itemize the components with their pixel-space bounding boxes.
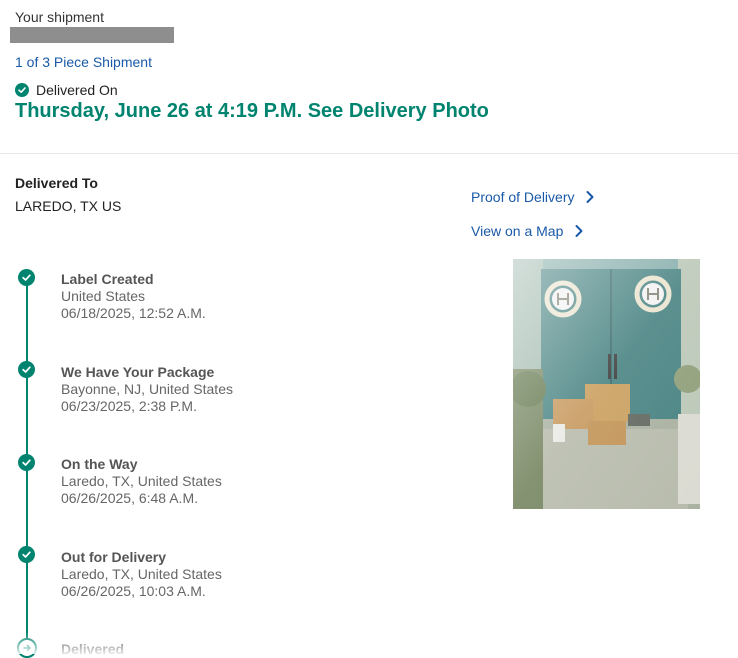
delivered-to-label: Delivered To (15, 175, 98, 191)
step-location: United States (61, 288, 146, 304)
check-circle-icon (18, 269, 35, 286)
redacted-tracking-number (10, 27, 174, 43)
step-name: Out for Delivery (61, 549, 167, 565)
delivered-to-value: LAREDO, TX US (15, 198, 122, 214)
step-name: On the Way (61, 456, 138, 472)
check-circle-icon (15, 83, 29, 97)
step-datetime: 06/26/2025, 10:03 A.M. (61, 583, 206, 599)
bottom-fade (0, 632, 738, 654)
step-location: Laredo, TX, United States (61, 566, 222, 582)
check-circle-icon (18, 361, 35, 378)
status-label: Delivered On (36, 82, 118, 98)
chevron-right-icon (586, 191, 594, 203)
step-datetime: 06/18/2025, 12:52 A.M. (61, 305, 206, 321)
timeline-step: Out for Delivery Laredo, TX, United Stat… (61, 549, 222, 600)
step-location: Bayonne, NJ, United States (61, 381, 233, 397)
step-name: We Have Your Package (61, 364, 215, 380)
view-on-map-label: View on a Map (471, 223, 564, 239)
delivered-status: Delivered On (15, 82, 118, 98)
timeline-step: On the Way Laredo, TX, United States 06/… (61, 456, 222, 507)
step-datetime: 06/23/2025, 2:38 P.M. (61, 398, 197, 414)
view-on-map-link[interactable]: View on a Map (471, 223, 587, 239)
proof-of-delivery-link[interactable]: Proof of Delivery (471, 189, 598, 205)
proof-of-delivery-label: Proof of Delivery (471, 189, 575, 205)
timeline-step: We Have Your Package Bayonne, NJ, United… (61, 364, 233, 415)
step-datetime: 06/26/2025, 6:48 A.M. (61, 490, 198, 506)
piece-shipment-link[interactable]: 1 of 3 Piece Shipment (15, 54, 152, 70)
divider (0, 153, 738, 154)
step-name: Label Created (61, 271, 154, 287)
delivery-headline[interactable]: Thursday, June 26 at 4:19 P.M. See Deliv… (15, 100, 489, 123)
delivery-photo[interactable] (513, 259, 700, 509)
page-title: Your shipment (15, 9, 104, 25)
check-circle-icon (18, 454, 35, 471)
chevron-right-icon (575, 225, 583, 237)
timeline-step: Label Created United States 06/18/2025, … (61, 271, 206, 322)
step-location: Laredo, TX, United States (61, 473, 222, 489)
check-circle-icon (18, 546, 35, 563)
